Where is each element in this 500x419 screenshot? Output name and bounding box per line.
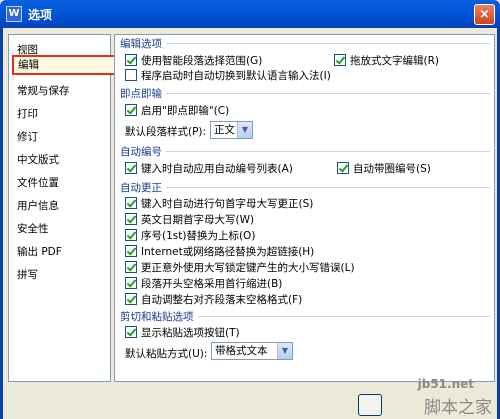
- sidebar-item-security[interactable]: 安全性: [17, 219, 49, 239]
- checkbox-label: 键入时自动应用自动编号列表(A): [141, 162, 293, 175]
- select-value: 带格式文本: [215, 345, 268, 357]
- check-icon[interactable]: [334, 54, 346, 66]
- first-line-indent-checkbox[interactable]: 段落开头空格采用首行缩进(B): [125, 276, 282, 290]
- sidebar-item-print[interactable]: 打印: [17, 104, 38, 124]
- default-paste-select[interactable]: 带格式文本 ▼: [211, 342, 293, 360]
- check-icon[interactable]: [125, 229, 137, 241]
- auto-circle-checkbox[interactable]: 自动带圈编号(S): [337, 161, 431, 175]
- capitalize-date-checkbox[interactable]: 英文日期首字母大写(W): [125, 212, 254, 226]
- auto-list-checkbox[interactable]: 键入时自动应用自动编号列表(A): [125, 161, 293, 175]
- ordinal-superscript-checkbox[interactable]: 序号(1st)替换为上标(O): [125, 228, 255, 242]
- sidebar-item-file-location[interactable]: 文件位置: [17, 173, 59, 193]
- smart-paragraph-checkbox[interactable]: 使用智能段落选择范围(G): [125, 53, 262, 67]
- check-icon[interactable]: [125, 104, 137, 116]
- sidebar-item-export-pdf[interactable]: 输出 PDF: [17, 242, 62, 262]
- divider: [120, 93, 490, 94]
- caps-lock-checkbox[interactable]: 更正意外使用大写锁定键产生的大小写错误(L): [125, 260, 355, 274]
- title-bar: W 选项 ×: [0, 0, 500, 28]
- default-paste-label: 默认粘贴方式(U):: [125, 348, 208, 360]
- window-title: 选项: [28, 8, 53, 22]
- checkbox-label: 英文日期首字母大写(W): [141, 213, 255, 226]
- section-title-auto-correct: 自动更正: [120, 180, 166, 195]
- paste-options-checkbox[interactable]: 显示粘贴选项按钮(T): [125, 325, 240, 339]
- checkbox-label: 启用"即点即输"(C): [141, 104, 230, 117]
- right-align-spacing-checkbox[interactable]: 自动调整右对齐段落末空格格式(F): [125, 292, 302, 306]
- check-icon[interactable]: [125, 277, 137, 289]
- sidebar-item-user-info[interactable]: 用户信息: [17, 196, 59, 216]
- checkbox-label: 序号(1st)替换为上标(O): [141, 229, 256, 242]
- sidebar-item-general-save[interactable]: 常规与保存: [17, 81, 70, 101]
- check-icon[interactable]: [125, 326, 137, 338]
- category-list: 视图 编辑 常规与保存 打印 修订 中文版式 文件位置 用户信息 安全性 输出 …: [8, 34, 118, 382]
- section-title-click-type: 即点即输: [120, 86, 166, 101]
- checkbox-label: 拖放式文字编辑(R): [350, 54, 439, 67]
- checkbox-label: 段落开头空格采用首行缩进(B): [141, 277, 283, 290]
- sidebar-item-revision[interactable]: 修订: [17, 127, 38, 147]
- watermark-name: 脚本之家: [424, 398, 492, 418]
- check-icon[interactable]: [125, 197, 137, 209]
- checkbox-label: 使用智能段落选择范围(G): [141, 54, 263, 67]
- chevron-down-icon[interactable]: ▼: [237, 122, 252, 138]
- options-panel: 编辑选项 使用智能段落选择范围(G) 拖放式文字编辑(R) 程序启动时自动切换到…: [114, 34, 495, 382]
- check-icon[interactable]: [125, 261, 137, 273]
- sidebar-item-spelling[interactable]: 拼写: [17, 265, 38, 285]
- hyperlink-checkbox[interactable]: Internet或网络路径替换为超链接(H): [125, 244, 314, 258]
- checkbox-label: 显示粘贴选项按钮(T): [141, 326, 240, 339]
- watermark: jb51.net 脚本之家: [374, 377, 494, 418]
- divider: [120, 43, 490, 44]
- section-title-cut-paste: 剪切和粘贴选项: [120, 309, 198, 324]
- capitalize-sentence-checkbox[interactable]: 键入时自动进行句首字母大写更正(S): [125, 196, 313, 210]
- default-style-label: 默认段落样式(P):: [125, 126, 207, 138]
- check-icon[interactable]: [125, 245, 137, 257]
- section-title-edit: 编辑选项: [120, 36, 166, 51]
- checkbox-label: 更正意外使用大写锁定键产生的大小写错误(L): [141, 261, 355, 274]
- checkbox-label: 自动调整右对齐段落末空格格式(F): [141, 293, 303, 306]
- checkbox-label: 键入时自动进行句首字母大写更正(S): [141, 197, 314, 210]
- section-title-auto-number: 自动编号: [120, 144, 166, 159]
- checkbox-label: 自动带圈编号(S): [353, 162, 431, 175]
- sidebar-item-edit[interactable]: 编辑: [12, 55, 118, 75]
- drag-drop-checkbox[interactable]: 拖放式文字编辑(R): [334, 53, 439, 67]
- check-icon[interactable]: [337, 162, 349, 174]
- select-value: 正文: [214, 124, 235, 136]
- check-icon[interactable]: [125, 162, 137, 174]
- checkbox-box[interactable]: [125, 69, 137, 81]
- checkbox-label: Internet或网络路径替换为超链接(H): [141, 245, 315, 258]
- auto-ime-checkbox[interactable]: 程序启动时自动切换到默认语言输入法(I): [125, 68, 331, 82]
- sidebar-item-chinese-layout[interactable]: 中文版式: [17, 150, 59, 170]
- app-logo: W: [6, 6, 22, 22]
- divider: [120, 187, 490, 188]
- check-icon[interactable]: [125, 213, 137, 225]
- close-button[interactable]: ×: [474, 4, 495, 25]
- click-type-checkbox[interactable]: 启用"即点即输"(C): [125, 103, 229, 117]
- watermark-url: jb51.net: [417, 377, 474, 391]
- default-style-select[interactable]: 正文 ▼: [210, 121, 253, 139]
- check-icon[interactable]: [125, 293, 137, 305]
- chevron-down-icon[interactable]: ▼: [277, 343, 292, 359]
- checkbox-label: 程序启动时自动切换到默认语言输入法(I): [141, 69, 331, 82]
- divider: [120, 151, 490, 152]
- check-icon[interactable]: [125, 54, 137, 66]
